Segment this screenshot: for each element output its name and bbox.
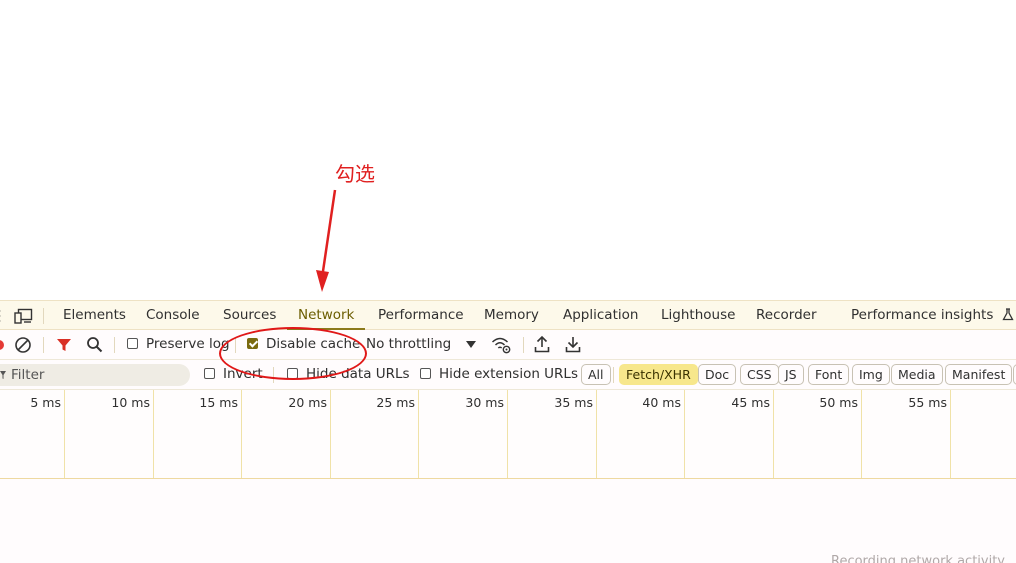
timeline-gridline (418, 390, 419, 478)
filter-type-img[interactable]: Img (852, 364, 890, 385)
search-icon[interactable] (86, 336, 104, 354)
preserve-log-box[interactable] (127, 338, 138, 349)
throttling-value: No throttling (366, 336, 452, 352)
timeline-tick-label: 25 ms (376, 395, 415, 410)
tab-performance-insights-label: Performance insights (851, 307, 994, 323)
download-icon[interactable] (564, 335, 582, 354)
hide-extension-urls-checkbox[interactable]: Hide extension URLs (420, 360, 578, 389)
timeline-gridline (596, 390, 597, 478)
filter-type-all[interactable]: All (581, 364, 611, 385)
timeline-tick-label: 5 ms (30, 395, 61, 410)
flask-icon (1002, 308, 1014, 321)
timeline-gridline (64, 390, 65, 478)
filter-placeholder: Filter (11, 367, 45, 383)
tab-recorder[interactable]: Recorder (756, 301, 817, 330)
filter-divider (613, 367, 614, 383)
tab-performance[interactable]: Performance (378, 301, 464, 330)
hide-extension-urls-box[interactable] (420, 368, 431, 379)
hide-extension-urls-label: Hide extension URLs (439, 366, 578, 382)
filter-type-doc[interactable]: Doc (698, 364, 737, 385)
tab-performance-insights[interactable]: Performance insights (851, 301, 1014, 330)
page: 勾选 Elements Console Sources Network Perf… (0, 0, 1016, 563)
tab-application[interactable]: Application (563, 301, 638, 330)
tab-sources[interactable]: Sources (223, 301, 276, 330)
filter-type-media[interactable]: Media (891, 364, 943, 385)
wifi-settings-icon[interactable] (491, 335, 513, 355)
filter-row: Filter Invert Hide data URLs Hide extens… (0, 360, 1016, 390)
annotation-label: 勾选 (335, 162, 375, 186)
timeline-gridline (153, 390, 154, 478)
timeline-tick-label: 45 ms (731, 395, 770, 410)
timeline-tick-label: 40 ms (642, 395, 681, 410)
timeline-tick-label: 55 ms (908, 395, 947, 410)
annotation-ellipse (219, 327, 367, 380)
upload-icon[interactable] (533, 335, 551, 354)
timeline-gridline (330, 390, 331, 478)
record-stop-icon[interactable] (0, 338, 6, 352)
tab-console[interactable]: Console (146, 301, 200, 330)
filter-type-manifest[interactable]: Manifest (945, 364, 1013, 385)
timeline-tick-label: 30 ms (465, 395, 504, 410)
network-toolbar: Preserve log Disable cache No throttling (0, 330, 1016, 360)
timeline-gridline (684, 390, 685, 478)
tab-lighthouse[interactable]: Lighthouse (661, 301, 735, 330)
timeline-gridline (507, 390, 508, 478)
tab-memory[interactable]: Memory (484, 301, 539, 330)
devtools-panel: Elements Console Sources Network Perform… (0, 300, 1016, 563)
timeline-gridline (861, 390, 862, 478)
clear-icon[interactable] (14, 336, 32, 354)
timeline-tick-label: 15 ms (199, 395, 238, 410)
preserve-log-label: Preserve log (146, 336, 230, 352)
recording-status: Recording network activity… (831, 554, 1016, 563)
timeline-tick-label: 10 ms (111, 395, 150, 410)
toolbar-divider (114, 337, 115, 353)
tab-network[interactable]: Network (287, 301, 366, 330)
timeline-gridline (241, 390, 242, 478)
filter-type-css[interactable]: CSS (740, 364, 779, 385)
throttling-select[interactable]: No throttling (366, 330, 451, 359)
invert-box[interactable] (204, 368, 215, 379)
tab-divider (43, 308, 44, 324)
device-toolbar-icon[interactable] (14, 308, 34, 324)
filter-icon[interactable] (56, 337, 72, 353)
devtools-tabbar: Elements Console Sources Network Perform… (0, 300, 1016, 330)
filter-type-font[interactable]: Font (808, 364, 850, 385)
tab-elements[interactable]: Elements (63, 301, 126, 330)
timeline-gridline (773, 390, 774, 478)
toolbar-divider (43, 337, 44, 353)
timeline-gridline (950, 390, 951, 478)
chevron-down-icon[interactable] (466, 341, 476, 349)
timeline-tick-label: 20 ms (288, 395, 327, 410)
filter-input-icon (0, 371, 6, 379)
timeline-tick-label: 50 ms (819, 395, 858, 410)
filter-type-fetch-xhr[interactable]: Fetch/XHR (619, 364, 698, 385)
preserve-log-checkbox[interactable]: Preserve log (127, 330, 230, 359)
more-vert-icon[interactable] (0, 309, 2, 323)
timeline-overview[interactable]: 5 ms 10 ms 15 ms 20 ms 25 ms 30 ms 35 ms 40 ms 4… (0, 390, 1016, 479)
timeline-tick-label: 35 ms (554, 395, 593, 410)
filter-type-js[interactable]: JS (778, 364, 804, 385)
toolbar-divider (523, 337, 524, 353)
